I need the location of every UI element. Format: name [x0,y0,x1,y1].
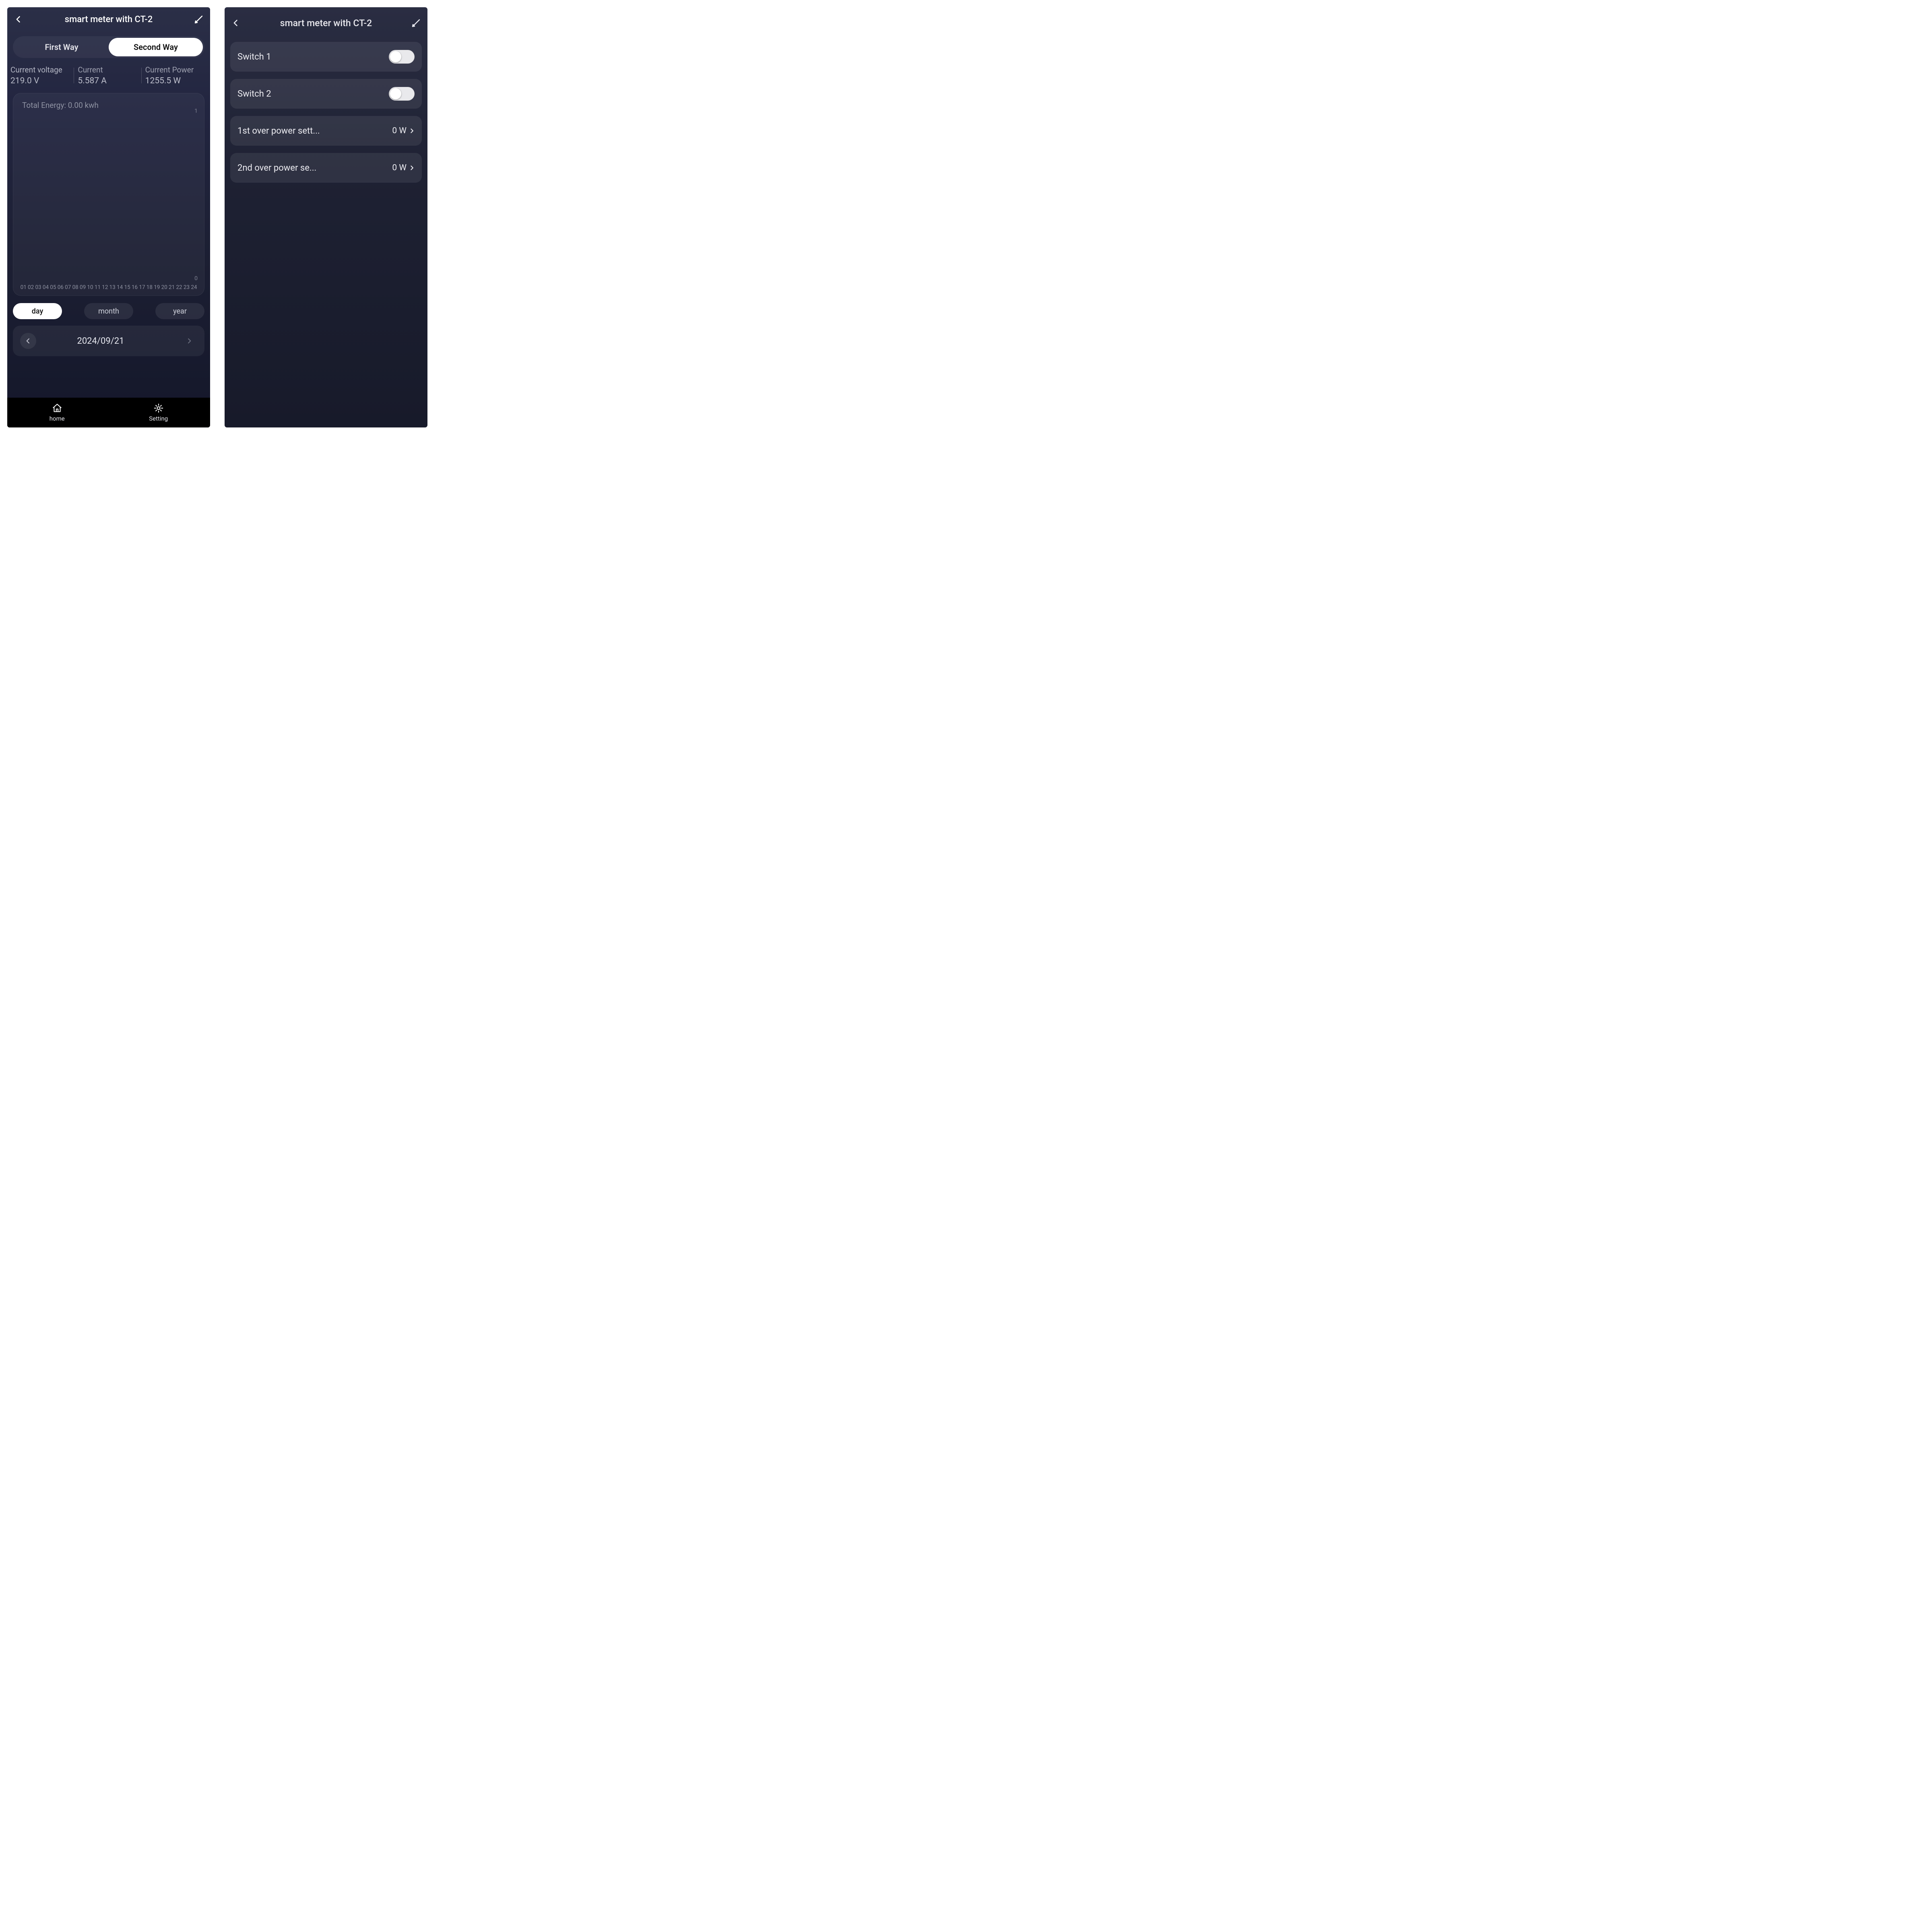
chart-xtick: 09 [79,284,86,291]
edit-button[interactable] [411,17,422,29]
nav-home[interactable]: home [50,403,65,422]
chart-xtick: 18 [146,284,153,291]
date-value: 2024/09/21 [77,336,124,346]
home-icon [52,403,62,413]
date-prev-button[interactable] [20,333,36,349]
chart-xtick: 02 [27,284,34,291]
date-next-button[interactable] [181,333,197,349]
chart-xtick: 07 [64,284,72,291]
chart-ytick-max: 1 [194,108,198,114]
chevron-left-icon [14,15,23,23]
over-power-2-value: 0 W [392,163,407,173]
chart-xtick: 08 [72,284,79,291]
nav-home-label: home [50,415,65,422]
settings-list: Switch 1 Switch 2 1st over power sett...… [225,36,427,183]
stat-voltage-value: 219.0 V [10,76,70,86]
pencil-icon [411,18,421,28]
over-power-1-label: 1st over power sett... [237,126,392,136]
stats-row: Current voltage 219.0 V Current 5.587 A … [7,61,210,87]
chart-xtick: 04 [42,284,49,291]
header: smart meter with CT-2 [7,7,210,31]
date-selector: 2024/09/21 [13,326,204,356]
edit-button[interactable] [193,14,204,25]
pencil-icon [194,14,204,24]
chevron-left-icon [232,19,240,27]
chart-xtick: 03 [35,284,42,291]
switch-2-label: Switch 2 [237,89,389,99]
settings-screen: smart meter with CT-2 Switch 1 Switch 2 … [225,7,427,427]
page-title: smart meter with CT-2 [24,14,193,25]
stat-power-value: 1255.5 W [145,76,204,86]
period-year[interactable]: year [155,303,204,319]
chart-xtick: 24 [190,284,198,291]
chart-xtick: 01 [20,284,27,291]
period-tabs: day month year [13,303,204,319]
switch-1-label: Switch 1 [237,52,389,62]
chart-xtick: 17 [138,284,146,291]
period-month[interactable]: month [84,303,133,319]
bottom-nav: home Setting [7,398,210,427]
chart-ytick-min: 0 [194,275,198,282]
chart-xtick: 06 [57,284,64,291]
chart-xtick: 16 [131,284,138,291]
gear-icon [153,403,164,413]
row-over-power-2[interactable]: 2nd over power se... 0 W [230,153,422,183]
chart-xtick: 20 [161,284,168,291]
chart-xtick: 13 [109,284,116,291]
stat-current-label: Current [78,65,137,74]
row-over-power-1[interactable]: 1st over power sett... 0 W [230,116,422,146]
energy-chart-card: Total Energy: 0.00 kwh 1 0 0102030405060… [13,93,204,296]
over-power-1-value: 0 W [392,126,407,136]
chart-xtick: 21 [168,284,175,291]
switch-1-toggle[interactable] [389,50,415,64]
meter-dashboard-screen: smart meter with CT-2 First Way Second W… [7,7,210,427]
chart-xtick: 22 [175,284,183,291]
chart-xtick: 15 [124,284,131,291]
header: smart meter with CT-2 [225,7,427,36]
nav-setting[interactable]: Setting [149,403,168,422]
chart-xtick: 14 [116,284,123,291]
period-day[interactable]: day [13,303,62,319]
chart-xtick: 19 [153,284,161,291]
stat-current: Current 5.587 A [74,65,141,86]
nav-setting-label: Setting [149,415,168,422]
chart-xtick: 05 [50,284,57,291]
chevron-right-icon [409,164,415,171]
way-tabs: First Way Second Way [13,36,204,58]
tab-first-way[interactable]: First Way [14,38,109,56]
row-switch-2: Switch 2 [230,79,422,109]
chevron-left-icon [25,338,31,344]
chevron-right-icon [409,127,415,134]
stat-power-label: Current Power [145,65,204,74]
back-button[interactable] [13,14,24,25]
chart-xtick: 23 [183,284,190,291]
chart-xtick: 10 [87,284,94,291]
stat-current-value: 5.587 A [78,76,137,86]
back-button[interactable] [230,17,242,29]
switch-2-toggle[interactable] [389,87,415,101]
chevron-right-icon [186,338,192,344]
stat-voltage: Current voltage 219.0 V [9,65,74,86]
chart-xtick: 12 [101,284,109,291]
chart-title: Total Energy: 0.00 kwh [22,101,198,110]
tab-second-way[interactable]: Second Way [109,38,203,56]
chart-xtick: 11 [94,284,101,291]
page-title: smart meter with CT-2 [242,18,411,29]
stat-voltage-label: Current voltage [10,65,70,74]
over-power-2-label: 2nd over power se... [237,163,392,173]
chart-xticks: 0102030405060708091011121314151617181920… [20,284,198,291]
stat-power: Current Power 1255.5 W [141,65,208,86]
row-switch-1: Switch 1 [230,42,422,72]
